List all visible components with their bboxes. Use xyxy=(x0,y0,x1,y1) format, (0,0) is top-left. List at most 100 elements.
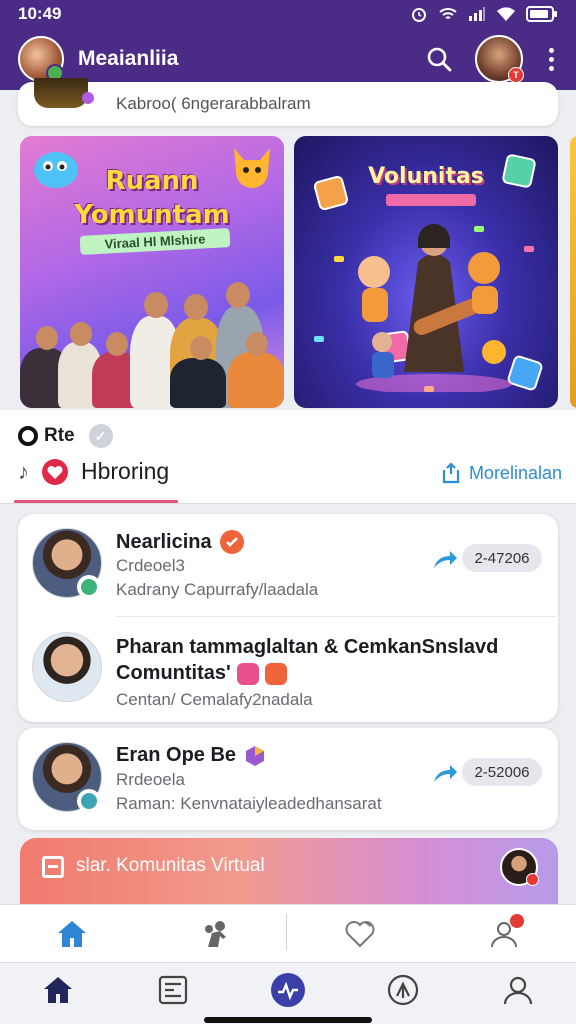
feed-item[interactable]: Pharan tammaglaltan & CemkanSnslavd Comu… xyxy=(18,618,558,718)
mascot-icon xyxy=(34,152,78,188)
section-title: Hbroring xyxy=(81,458,170,484)
account-icon xyxy=(504,976,533,1004)
wifi-icon-2 xyxy=(497,7,515,21)
banner-1-title-line2: Yomuntam xyxy=(74,200,230,230)
top-tab-bar xyxy=(0,904,576,962)
verified-badge-icon xyxy=(219,530,244,554)
status-icons xyxy=(410,5,558,23)
online-status-icon xyxy=(77,575,101,599)
user-badge: T xyxy=(508,67,524,83)
feed-card[interactable]: Eran Ope Be Rrdeoela Raman: Kenvnataiyle… xyxy=(18,728,558,830)
share-box-icon xyxy=(442,462,460,484)
share-count[interactable]: 2-52006 xyxy=(462,758,542,786)
user-avatar[interactable]: T xyxy=(475,35,524,83)
share-arrow-icon[interactable] xyxy=(432,548,458,570)
app-title: Meaianliia xyxy=(78,47,179,70)
section-divider xyxy=(0,503,576,504)
banner-card-2[interactable]: Volunitas xyxy=(294,136,558,408)
avatar[interactable] xyxy=(32,528,102,599)
tab-profile[interactable] xyxy=(476,912,532,956)
promo-avatar[interactable] xyxy=(500,848,539,886)
performer-illustration xyxy=(356,224,512,392)
music-note-icon: ♪ xyxy=(18,458,29,484)
community-icon xyxy=(388,974,419,1005)
feed-item[interactable]: Eran Ope Be Rrdeoela Raman: Kenvnataiyle… xyxy=(18,728,558,828)
home-indicator[interactable] xyxy=(204,1017,372,1023)
see-more-label: Morelinalan xyxy=(468,462,562,483)
home-icon xyxy=(43,976,72,1003)
cube-decoration xyxy=(501,153,537,189)
bottom-nav-bar xyxy=(0,962,576,1024)
see-more-link[interactable]: Morelinalan xyxy=(441,462,562,484)
nav-activity[interactable] xyxy=(260,968,316,1012)
signal-icon xyxy=(469,7,485,21)
tab-separator xyxy=(286,914,287,950)
mascot-fox-icon xyxy=(234,148,270,188)
heart-icon xyxy=(42,458,68,485)
feed-item-name: Pharan tammaglaltan & CemkanSnslavd xyxy=(116,636,498,659)
feed-item-subtitle: Rrdeoela xyxy=(116,770,185,789)
heart-outline-icon xyxy=(345,920,375,947)
previous-list-item[interactable]: Kabroo( 6ngerarabbalram xyxy=(18,82,558,126)
section-header: Rte ✓ ♪ Hbroring Morelinalan xyxy=(0,410,576,504)
battery-icon xyxy=(526,6,557,22)
feed-icon xyxy=(158,975,187,1004)
item-divider xyxy=(116,616,556,617)
wifi-icon xyxy=(439,8,457,19)
people-icon xyxy=(205,920,226,947)
nav-home[interactable] xyxy=(30,968,86,1012)
promo-banner[interactable]: slar. Komunitas Virtual xyxy=(20,838,558,908)
feed-item-name-line2: Comuntitas' xyxy=(116,662,287,685)
community-avatar[interactable] xyxy=(18,36,64,82)
avatar[interactable] xyxy=(32,742,102,813)
feed-item-meta: Centan/ Cemalafy2nadala xyxy=(116,690,313,709)
tab-home[interactable] xyxy=(44,912,100,956)
feed-item-name-text: Nearlicina xyxy=(116,530,212,553)
nav-account[interactable] xyxy=(490,968,546,1012)
previous-item-text: Kabroo( 6ngerarabbalram xyxy=(116,94,311,113)
previous-item-thumbnail xyxy=(34,78,94,108)
status-bar: 10:49 xyxy=(0,0,576,28)
section-label-text: Rte xyxy=(44,425,75,446)
section-label: Rte ✓ xyxy=(18,424,113,448)
banner-1-subtitle: Viraal Hl Mlshire xyxy=(79,228,231,255)
banner-carousel[interactable]: Ruann Yomuntam Viraal Hl Mlshire Volunit… xyxy=(0,136,576,410)
feed-item[interactable]: Nearlicina Crdeoel3 Kadrany Capurrafy/la… xyxy=(18,514,558,617)
search-icon[interactable] xyxy=(425,45,453,73)
notification-dot xyxy=(510,913,524,928)
emoji-icon xyxy=(264,662,287,685)
feed-item-name: Nearlicina xyxy=(116,530,244,554)
status-time: 10:49 xyxy=(18,4,62,23)
feed-item-name: Eran Ope Be xyxy=(116,744,266,767)
share-arrow-icon[interactable] xyxy=(432,762,458,784)
tab-people[interactable] xyxy=(188,912,244,956)
section-title-row[interactable]: ♪ Hbroring xyxy=(18,458,169,485)
home-icon xyxy=(58,920,86,947)
banner-card-1[interactable]: Ruann Yomuntam Viraal Hl Mlshire xyxy=(20,136,284,408)
banner-card-3-peek[interactable] xyxy=(570,136,576,408)
ring-icon xyxy=(18,426,38,446)
app-actions: T xyxy=(425,35,558,83)
emoji-icon xyxy=(236,662,259,685)
feed-item-name-text: Eran Ope Be xyxy=(116,744,237,766)
online-status-icon xyxy=(77,789,101,813)
calendar-icon xyxy=(42,856,64,878)
promo-text: slar. Komunitas Virtual xyxy=(76,855,265,876)
more-menu-icon[interactable] xyxy=(545,44,558,75)
tab-likes[interactable] xyxy=(332,912,388,956)
feed-item-name-text: Pharan tammaglaltan & CemkanSnslavd xyxy=(116,636,499,658)
share-count[interactable]: 2-47206 xyxy=(462,544,542,572)
feed-item-meta: Kadrany Capurrafy/laadala xyxy=(116,580,319,599)
feed-item-subtitle: Crdeoel3 xyxy=(116,556,185,575)
app-header: 10:49 Meaianliia T xyxy=(0,0,576,90)
banner-1-crowd-photo xyxy=(20,268,284,408)
activity-icon xyxy=(270,972,305,1007)
nav-feed[interactable] xyxy=(145,968,201,1012)
nav-community[interactable] xyxy=(375,968,431,1012)
alarm-icon xyxy=(412,8,426,22)
feed-card-group: Nearlicina Crdeoel3 Kadrany Capurrafy/la… xyxy=(18,514,558,722)
sticker-icon xyxy=(246,745,265,766)
feed-item-meta: Raman: Kenvnataiyleadedhansarat xyxy=(116,794,382,813)
verified-check-icon: ✓ xyxy=(88,424,113,448)
avatar[interactable] xyxy=(32,632,102,702)
